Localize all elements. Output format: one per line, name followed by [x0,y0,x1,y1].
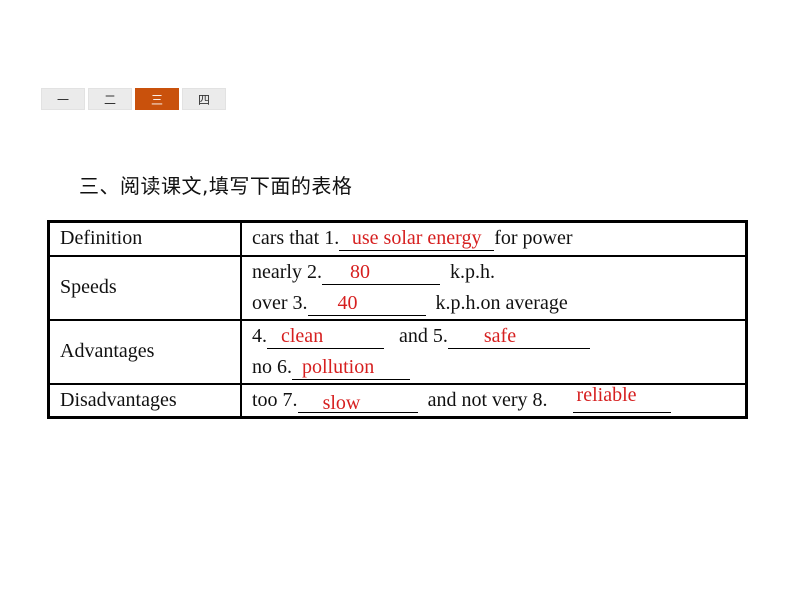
line-text: and not very 8. [427,388,548,411]
row-content: 4. clean and 5. safe no 6. pollution [240,318,748,385]
answer-blank: 80 [321,260,440,285]
answer-text: slow [322,391,361,414]
tab-4[interactable]: 四 [182,88,226,110]
table-row-speeds: Speeds nearly 2. 80 k.p.h. over 3. 40 k.p.… [47,254,748,321]
answer-text: 80 [349,260,370,283]
answer-blank: use solar energy [339,226,495,252]
line-text: 4. [252,324,267,347]
line-text: k.p.h.on average [435,291,568,314]
line-text: nearly 2. [252,260,322,283]
content-line: too 7. slow and not very 8. reliable [252,384,735,416]
tab-2[interactable]: 二 [88,88,132,110]
table-row-advantages: Advantages 4. clean and 5. safe no 6. pollu… [47,318,748,385]
line-text: too 7. [252,388,298,411]
table-row-disadvantages: Disadvantages too 7. slow and not very 8.… [47,382,748,418]
row-label: Disadvantages [47,382,242,418]
answer-text: pollution [302,355,375,378]
row-label: Speeds [47,254,242,321]
answer-blank: 40 [307,291,426,316]
line-text: over 3. [252,291,308,314]
content-line: over 3. 40 k.p.h.on average [252,288,735,319]
row-label: Advantages [47,318,242,385]
answer-blank: pollution [292,355,410,380]
answer-text: use solar energy [351,227,482,250]
tab-1[interactable]: 一 [41,88,85,110]
answer-blank: safe [447,324,590,349]
answer-blank: slow [297,388,418,414]
answer-blank: reliable [572,384,671,413]
answer-blank: clean [267,324,384,349]
answer-text: 40 [337,291,358,314]
section-heading: 三、阅读课文,填写下面的表格 [79,174,353,198]
line-text: k.p.h. [449,260,495,283]
row-content: cars that 1. use solar energy for power [240,220,748,257]
content-line: nearly 2. 80 k.p.h. [252,257,735,288]
line-text: cars that 1. [252,227,340,250]
line-text: for power [494,227,573,250]
tab-3[interactable]: 三 [135,88,179,110]
line-text: and 5. [399,324,448,347]
table-row-definition: Definition cars that 1. use solar energy f… [47,220,748,257]
fill-in-table: Definition cars that 1. use solar energy f… [47,220,748,419]
section-tabs: 一 二 三 四 [41,88,226,110]
row-content: nearly 2. 80 k.p.h. over 3. 40 k.p.h.on av… [240,254,748,321]
answer-text: safe [483,324,517,347]
content-line: 4. clean and 5. safe [252,321,735,352]
answer-text: clean [281,324,324,347]
content-line: cars that 1. use solar energy for power [252,223,735,254]
answer-text: reliable [576,383,637,406]
row-content: too 7. slow and not very 8. reliable [240,382,748,418]
line-text: no 6. [252,355,292,378]
row-label: Definition [47,220,242,257]
content-line: no 6. pollution [252,352,735,383]
